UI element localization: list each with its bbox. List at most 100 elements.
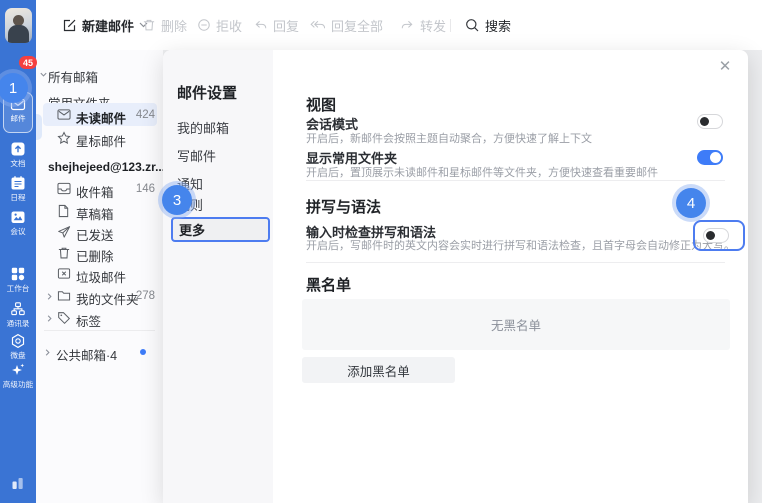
folder-count: 424	[136, 109, 155, 121]
caret-right-icon	[45, 292, 54, 301]
folder-inbox[interactable]: 收件箱 146	[36, 178, 163, 200]
menu-item-my-mailbox[interactable]: 我的邮箱	[177, 118, 229, 137]
search-icon	[465, 18, 480, 33]
close-icon[interactable]: ✕	[713, 54, 737, 78]
tag-icon	[57, 311, 71, 325]
folder-label: 所有邮箱	[48, 67, 98, 86]
sidebar-item-contacts[interactable]: 通讯录	[0, 301, 36, 328]
star-icon	[57, 131, 71, 145]
settings-title: 邮件设置	[177, 82, 237, 103]
sidebar-item-docs[interactable]: 文档	[0, 141, 36, 168]
reply-button[interactable]: 回复	[253, 0, 299, 50]
reply-all-label: 回复全部	[331, 16, 383, 35]
folder-label: 垃圾邮件	[76, 267, 126, 286]
row-desc-show-common-folders: 开启后，置顶展示未读邮件和星标邮件等文件夹，方便快速查看重要邮件	[306, 164, 658, 180]
add-blacklist-button[interactable]: 添加黑名单	[302, 357, 455, 383]
drive-icon	[10, 333, 26, 349]
tutorial-step-4: 4	[676, 188, 706, 218]
reply-icon	[253, 18, 268, 32]
folder-label: 公共邮箱·4	[56, 345, 117, 364]
sidebar-item-label: 邮件	[10, 114, 25, 123]
toolbar-divider	[127, 19, 128, 32]
folder-drafts[interactable]: 草稿箱	[36, 200, 163, 222]
sidebar-item-label: 通讯录	[7, 319, 30, 328]
menu-item-more-label: 更多	[179, 220, 205, 239]
folder-junk[interactable]: 垃圾邮件	[36, 263, 163, 285]
caret-right-icon	[45, 314, 54, 323]
sidebar-item-drive[interactable]: 微盘	[0, 333, 36, 360]
settings-dialog: 邮件设置 我的邮箱 写邮件 通知 规则 更多 ✕ 视图 会话模式 开启后，新邮件…	[163, 50, 748, 503]
main-toolbar: 新建邮件 删除 拒收 回复	[36, 0, 762, 51]
account-email: shejhejeed@123.zr...	[48, 160, 165, 174]
sidebar-item-label: 会议	[10, 227, 25, 236]
section-heading-spelling: 拼写与语法	[306, 196, 381, 217]
unread-dot	[140, 349, 146, 355]
sidebar-item-label: 微盘	[10, 351, 25, 360]
folder-unread[interactable]: 未读邮件 424	[36, 104, 163, 126]
folder-my-folders[interactable]: 我的文件夹 278	[36, 285, 163, 307]
menu-item-more[interactable]: 更多	[171, 217, 270, 242]
sidebar-item-calendar[interactable]: 日程	[0, 175, 36, 202]
folder-sent[interactable]: 已发送	[36, 221, 163, 243]
folder-icon	[57, 289, 71, 302]
section-divider	[306, 262, 725, 263]
sidebar-item-meeting[interactable]: 会议	[0, 209, 36, 236]
delete-button[interactable]: 删除	[142, 0, 187, 50]
unread-count-badge: 45	[19, 56, 37, 69]
folder-label: 未读邮件	[76, 108, 126, 127]
reject-label: 拒收	[216, 16, 242, 35]
toggle-spellcheck[interactable]	[703, 228, 729, 243]
user-avatar[interactable]	[5, 8, 32, 43]
menu-item-compose[interactable]: 写邮件	[177, 146, 216, 165]
reply-all-icon	[310, 18, 326, 32]
tutorial-step-3: 3	[162, 185, 192, 215]
sidebar-item-workbench[interactable]: 工作台	[0, 266, 36, 293]
sidebar-item-advanced[interactable]: 高级功能	[0, 362, 36, 389]
advanced-icon	[10, 362, 26, 378]
docs-icon	[10, 141, 26, 157]
folder-label: 我的文件夹	[76, 289, 139, 308]
row-desc-conversation-mode: 开启后，新邮件会按照主题自动聚合，方便快速了解上下文	[306, 130, 592, 146]
sidebar-item-label: 日程	[10, 193, 25, 202]
reject-button[interactable]: 拒收	[197, 0, 242, 50]
compose-button[interactable]: 新建邮件	[62, 0, 148, 50]
inbox-icon	[57, 182, 71, 195]
settings-menu: 邮件设置 我的邮箱 写邮件 通知 规则 更多	[163, 50, 273, 503]
folder-starred[interactable]: 星标邮件	[36, 127, 163, 149]
toolbar-divider	[450, 19, 451, 32]
folder-deleted[interactable]: 已删除	[36, 242, 163, 264]
account-row[interactable]: shejhejeed@123.zr...	[36, 156, 163, 178]
caret-right-icon	[43, 348, 52, 357]
stats-icon[interactable]	[10, 475, 26, 496]
block-icon	[197, 18, 211, 32]
row-desc-spellcheck: 开启后，写邮件时的英文内容会实时进行拼写和语法检查，且首字母会自动修正为大写。	[306, 237, 735, 253]
section-heading-view: 视图	[306, 94, 336, 115]
folder-label: 标签	[76, 311, 101, 330]
reply-label: 回复	[273, 16, 299, 35]
section-divider	[306, 180, 725, 181]
forward-icon	[400, 18, 415, 32]
delete-label: 删除	[161, 16, 187, 35]
junk-icon	[57, 267, 71, 280]
sidebar-item-label: 文档	[10, 159, 25, 168]
folder-tags[interactable]: 标签	[36, 307, 163, 329]
toggle-conversation-mode[interactable]	[697, 114, 723, 129]
folder-count: 278	[136, 290, 155, 302]
blacklist-empty-state: 无黑名单	[302, 299, 730, 350]
folder-all-mailboxes[interactable]: 所有邮箱	[36, 63, 163, 85]
reply-all-button[interactable]: 回复全部	[310, 0, 383, 50]
sent-icon	[57, 225, 71, 239]
folder-divider	[44, 330, 155, 331]
toggle-show-common-folders[interactable]	[697, 150, 723, 165]
compose-icon	[62, 18, 77, 33]
folder-label: 收件箱	[76, 182, 114, 201]
forward-button[interactable]: 转发	[400, 0, 446, 50]
trash-icon	[57, 246, 71, 260]
sidebar-item-label: 高级功能	[3, 380, 33, 389]
draft-icon	[57, 204, 70, 218]
folder-public-mailbox[interactable]: 公共邮箱·4	[36, 341, 163, 363]
sidebar-item-label: 工作台	[7, 284, 30, 293]
caret-down-icon	[39, 70, 48, 79]
forward-label: 转发	[420, 16, 446, 35]
search-button[interactable]: 搜索	[465, 0, 511, 50]
